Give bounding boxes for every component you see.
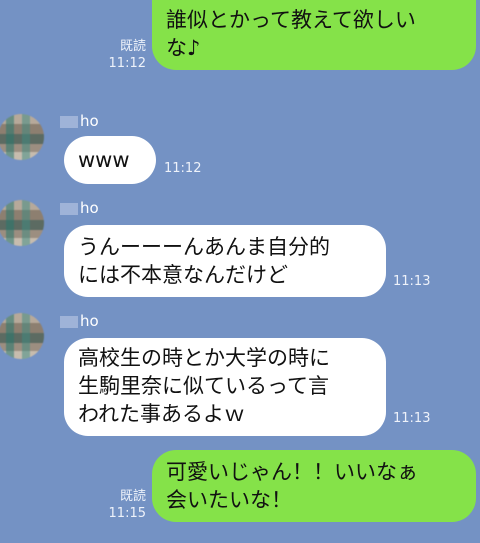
message-text: 可愛いじゃん！！いいなぁ <box>166 460 418 484</box>
timestamp: 11:12 <box>164 161 202 176</box>
message-text: うんーーーんあんま自分的 <box>78 235 330 259</box>
contact-avatar[interactable] <box>0 200 44 246</box>
received-message-bubble[interactable]: www <box>64 136 156 184</box>
sender-name: ho <box>60 112 99 130</box>
sent-message-bubble[interactable]: 可愛いじゃん！！いいなぁ 会いたいな！ <box>152 450 476 522</box>
sent-message-bubble[interactable]: 誰似とかって教えて欲しい な♪ <box>152 0 476 70</box>
message-text: な♪ <box>166 36 201 60</box>
sender-name: ho <box>60 199 99 217</box>
received-message-bubble[interactable]: 高校生の時とか大学の時に 生駒里奈に似ているって言 われた事あるよｗ <box>64 338 386 436</box>
timestamp: 11:13 <box>393 274 431 289</box>
blurred-name-icon <box>60 315 78 328</box>
timestamp: 11:12 <box>108 56 146 71</box>
read-receipt: 既読 <box>119 39 146 54</box>
contact-avatar[interactable] <box>0 313 44 359</box>
message-text: www <box>78 148 130 172</box>
contact-avatar[interactable] <box>0 114 44 160</box>
timestamp: 11:13 <box>393 411 431 426</box>
message-text: われた事あるよｗ <box>78 402 245 426</box>
timestamp: 11:15 <box>108 506 146 521</box>
sender-name: ho <box>60 312 99 330</box>
read-receipt: 既読 <box>119 489 146 504</box>
message-text: 会いたいな！ <box>166 488 292 512</box>
blurred-name-icon <box>60 202 78 215</box>
message-text: 誰似とかって教えて欲しい <box>166 8 416 32</box>
message-text: 生駒里奈に似ているって言 <box>78 374 329 398</box>
message-meta: 既読 11:12 <box>100 38 146 72</box>
received-message-bubble[interactable]: うんーーーんあんま自分的 には不本意なんだけど <box>64 225 386 297</box>
message-text: 高校生の時とか大学の時に <box>78 346 330 370</box>
message-text: には不本意なんだけど <box>78 263 288 287</box>
blurred-name-icon <box>60 115 78 128</box>
message-meta: 既読 11:15 <box>100 488 146 522</box>
